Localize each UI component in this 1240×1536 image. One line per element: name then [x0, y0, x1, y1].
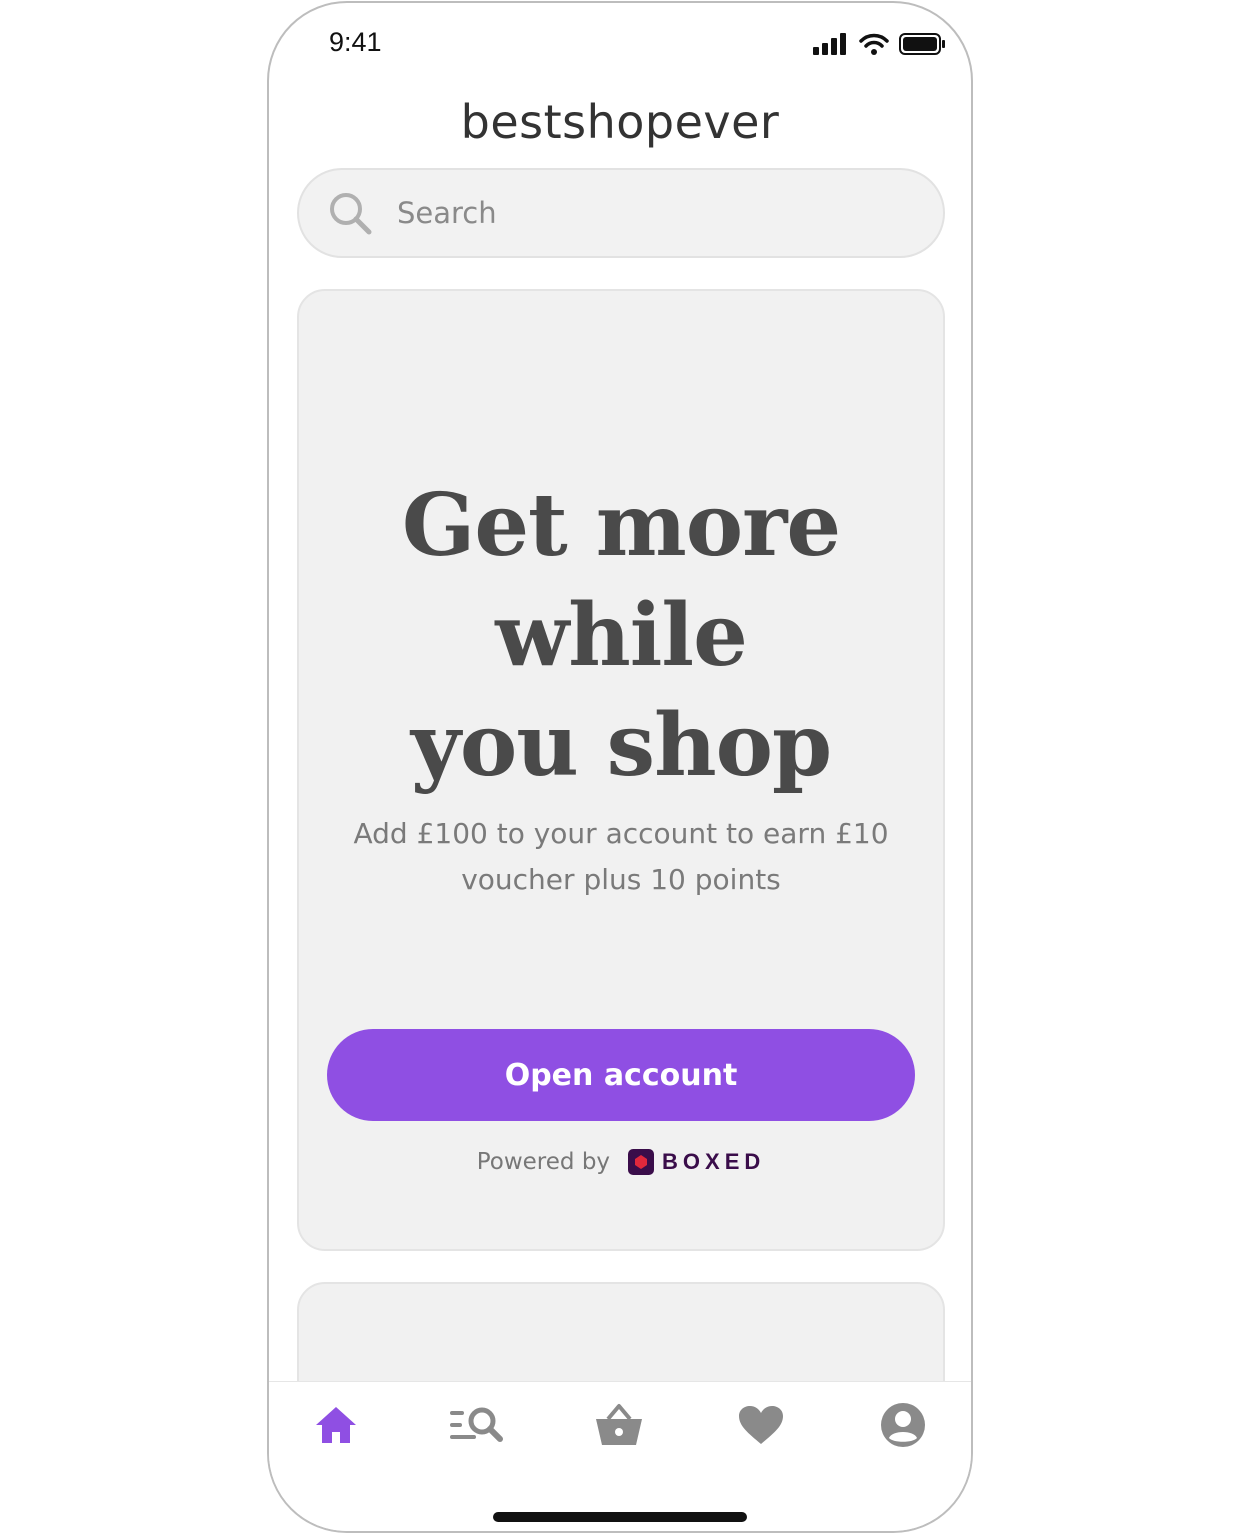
tab-account[interactable]	[873, 1400, 933, 1450]
status-time: 9:41	[329, 27, 382, 57]
boxed-mark-icon	[628, 1149, 655, 1175]
tab-browse[interactable]	[447, 1400, 507, 1450]
browse-search-icon	[450, 1407, 503, 1442]
tab-bar	[269, 1381, 971, 1531]
open-account-button[interactable]: Open account	[327, 1029, 915, 1121]
home-indicator	[493, 1512, 747, 1522]
account-icon	[881, 1403, 925, 1447]
phone-frame: 9:41 bestshopever Get more while	[267, 1, 973, 1533]
signal-icon	[813, 33, 846, 55]
basket-icon	[596, 1404, 642, 1445]
battery-icon	[899, 33, 945, 55]
search-input[interactable]	[395, 195, 879, 231]
powered-by-label: Powered by	[476, 1149, 611, 1175]
boxed-wordmark: BOXED	[662, 1149, 766, 1174]
promo-subtext: Add £100 to your account to earn £10 vou…	[353, 817, 889, 896]
promo-headline: Get more while you shop	[299, 471, 943, 801]
tab-home[interactable]	[306, 1400, 366, 1450]
status-icons	[813, 33, 945, 55]
boxed-logo[interactable]: BOXED	[628, 1149, 765, 1175]
heart-icon	[739, 1406, 783, 1444]
tab-favourites[interactable]	[731, 1400, 791, 1450]
headline-line-1: Get more	[401, 475, 841, 576]
tab-basket[interactable]	[589, 1400, 649, 1450]
wifi-icon	[859, 33, 889, 55]
search-icon	[330, 193, 372, 235]
home-icon	[316, 1407, 356, 1443]
search-bar[interactable]	[297, 168, 945, 258]
app-logo[interactable]: bestshopever	[269, 95, 971, 149]
headline-line-2: while	[495, 585, 748, 686]
promo-card: Get more while you shop Add £100 to your…	[297, 289, 945, 1251]
headline-line-3: you shop	[410, 695, 832, 796]
powered-by: Powered by BOXED	[299, 1149, 943, 1175]
